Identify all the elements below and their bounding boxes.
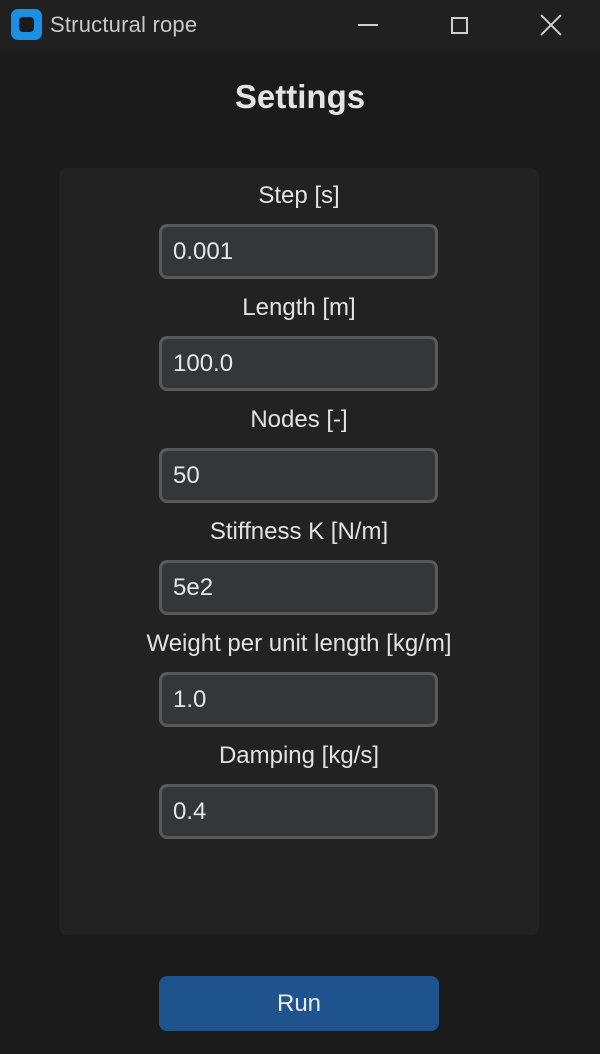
step-input[interactable] xyxy=(159,224,438,279)
weight-input[interactable] xyxy=(159,672,438,727)
title-bar[interactable]: Structural rope xyxy=(0,0,600,50)
settings-panel: Step [s] Length [m] Nodes [-] Stiffness … xyxy=(59,168,539,935)
length-input[interactable] xyxy=(159,336,438,391)
minimize-button[interactable] xyxy=(338,0,398,50)
run-button[interactable]: Run xyxy=(159,976,439,1031)
close-button[interactable] xyxy=(521,0,581,50)
stiffness-label: Stiffness K [N/m] xyxy=(209,518,389,545)
minimize-icon xyxy=(358,24,378,26)
nodes-input[interactable] xyxy=(159,448,438,503)
weight-label: Weight per unit length [kg/m] xyxy=(146,630,452,657)
page-title: Settings xyxy=(234,78,366,115)
app-window: Structural rope Settings Step [s] Length… xyxy=(0,0,600,1054)
window-title: Structural rope xyxy=(50,12,198,37)
damping-input[interactable] xyxy=(159,784,438,839)
app-icon xyxy=(11,9,42,40)
step-label: Step [s] xyxy=(258,182,340,209)
maximize-icon xyxy=(450,16,468,34)
stiffness-input[interactable] xyxy=(159,560,438,615)
damping-label: Damping [kg/s] xyxy=(218,742,380,769)
nodes-label: Nodes [-] xyxy=(250,406,348,433)
maximize-button[interactable] xyxy=(429,0,489,50)
close-icon xyxy=(540,14,562,36)
length-label: Length [m] xyxy=(242,294,356,321)
